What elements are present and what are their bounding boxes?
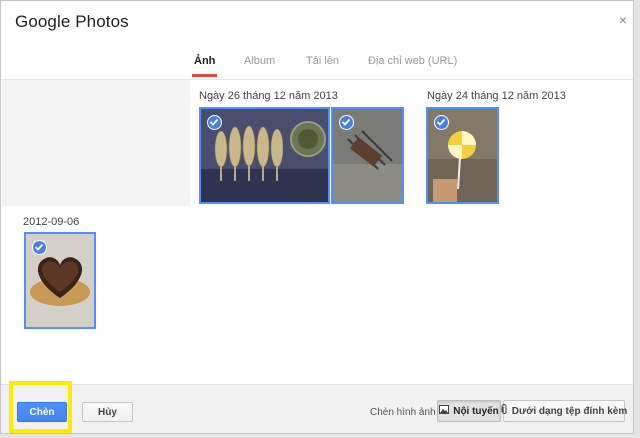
selected-check-icon[interactable] bbox=[434, 115, 449, 130]
selected-check-icon[interactable] bbox=[339, 115, 354, 130]
cancel-button[interactable]: Hủy bbox=[82, 402, 133, 422]
attachment-toggle-button[interactable]: Dưới dạng tệp đính kèm bbox=[501, 400, 628, 422]
attachment-label: Dưới dạng tệp đính kèm bbox=[511, 405, 628, 417]
group-date-label: 2012-09-06 bbox=[23, 216, 80, 228]
insert-button[interactable]: Chèn bbox=[17, 402, 67, 422]
left-pane bbox=[2, 80, 190, 206]
dialog-footer: Chèn Hủy Chèn hình ảnh Nội tuyến Dưới dạ… bbox=[1, 384, 633, 433]
tab-photos[interactable]: Ảnh bbox=[191, 55, 218, 77]
close-icon[interactable]: × bbox=[619, 13, 627, 27]
group-date-label: Ngày 26 tháng 12 năm 2013 bbox=[199, 90, 338, 102]
photo-thumbnail-grill[interactable] bbox=[331, 107, 404, 204]
photo-thumbnail-lollipop[interactable] bbox=[426, 107, 499, 204]
tab-web-url[interactable]: Địa chỉ web (URL) bbox=[368, 55, 457, 67]
selected-check-icon[interactable] bbox=[32, 240, 47, 255]
google-photos-dialog: Google Photos × Ảnh Album Tải lên Địa ch… bbox=[0, 0, 634, 434]
tab-upload[interactable]: Tải lên bbox=[306, 55, 339, 67]
selected-check-icon[interactable] bbox=[207, 115, 222, 130]
insert-image-label: Chèn hình ảnh bbox=[370, 407, 436, 418]
photo-thumbnail-corn[interactable] bbox=[199, 107, 330, 204]
photo-thumbnail-cake[interactable] bbox=[24, 232, 96, 329]
tab-album[interactable]: Album bbox=[244, 55, 275, 67]
inline-toggle-button[interactable]: Nội tuyến bbox=[437, 400, 501, 422]
dialog-title: Google Photos bbox=[15, 12, 129, 31]
inline-label: Nội tuyến bbox=[453, 405, 499, 417]
paperclip-icon bbox=[501, 404, 508, 418]
source-tabs: Ảnh Album Tải lên Địa chỉ web (URL) bbox=[1, 39, 633, 80]
image-icon bbox=[439, 405, 450, 417]
group-date-label: Ngày 24 tháng 12 năm 2013 bbox=[427, 90, 566, 102]
